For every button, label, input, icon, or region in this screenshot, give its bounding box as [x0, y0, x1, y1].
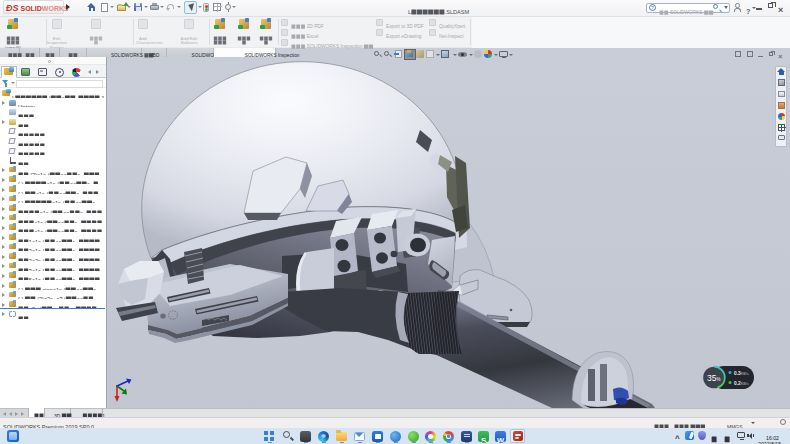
svg-text:0.3KB/s: 0.3KB/s — [734, 371, 749, 376]
svg-text:0.2KB/s: 0.2KB/s — [734, 381, 749, 386]
